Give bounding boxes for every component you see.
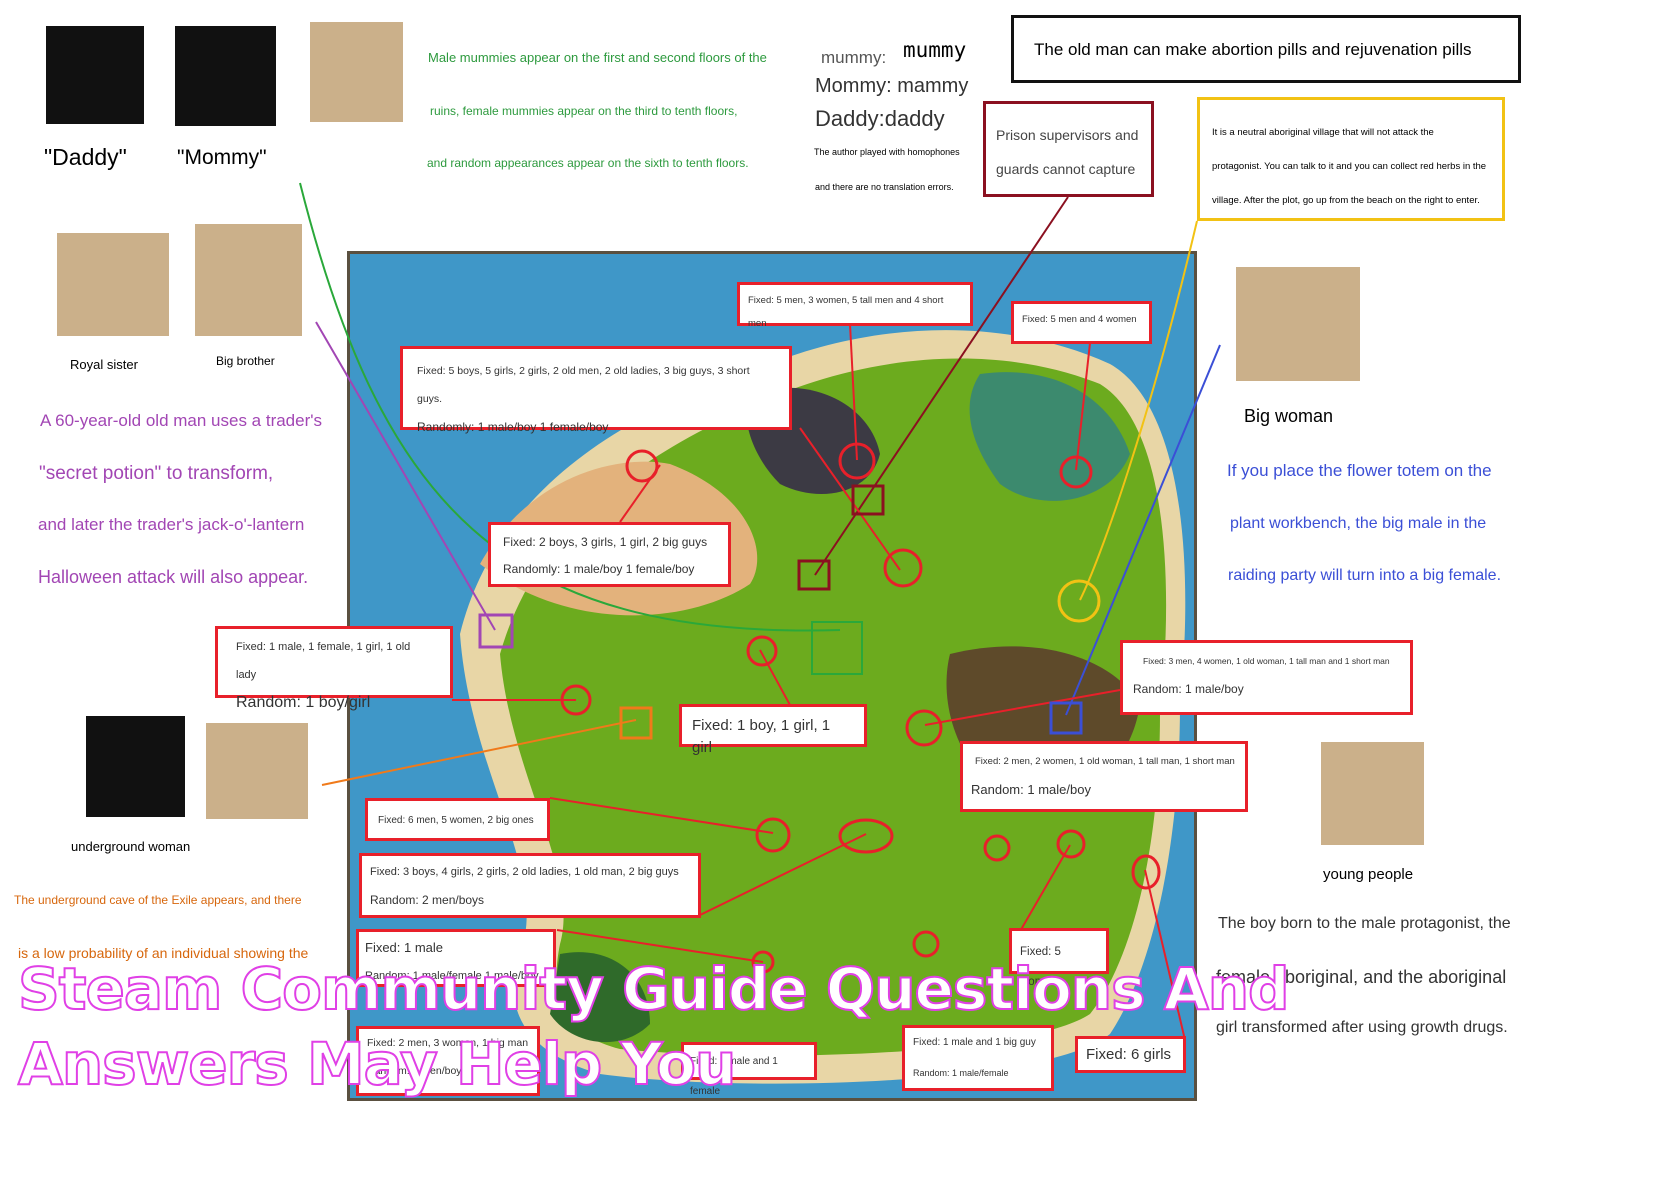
population-box: Fixed: 1 male and 1 big guy Random: 1 mal… [902,1025,1054,1091]
box-fixed: Fixed: 6 girls [1086,1046,1172,1063]
box-random: Random: 1 male/boy [1133,682,1244,696]
box-fixed: Fixed: 1 male and 1 big guy [913,1037,1036,1048]
population-box: Fixed: 1 boy, 1 girl, 1 girl [679,704,867,756]
overlay-title-line-2: Answers May Help You [17,1029,737,1099]
population-box: Fixed: 1 male, 1 female, 1 girl, 1 old l… [215,626,453,711]
box-random: Random: 1 boy/girl [236,694,371,711]
box-fixed: Fixed: 5 men and 4 women [1022,314,1137,325]
population-box: Fixed: 5 men and 4 women [1011,301,1152,344]
population-box: Fixed: 2 boys, 3 girls, 1 girl, 2 big gu… [488,522,731,587]
box-fixed: Fixed: 3 boys, 4 girls, 2 girls, 2 old l… [370,866,679,878]
population-box: Fixed: 6 girls [1075,1036,1186,1073]
box-random: Random: 1 male/boy [971,782,1091,797]
box-fixed: Fixed: 2 men, 2 women, 1 old woman, 1 ta… [975,756,1235,767]
box-random: Randomly: 1 male/boy 1 female/boy [503,562,695,576]
population-box: Fixed: 5 men, 3 women, 5 tall men and 4 … [737,282,973,329]
box-random: Random: 2 men/boys [370,893,485,907]
box-fixed: Fixed: 5 boys, 5 girls, 2 girls, 2 old m… [417,365,750,405]
box-fixed: Fixed: 3 men, 4 women, 1 old woman, 1 ta… [1143,656,1390,666]
population-box: Fixed: 6 men, 5 women, 2 big ones [365,798,550,841]
population-box: Fixed: 2 men, 2 women, 1 old woman, 1 ta… [960,741,1248,812]
box-fixed: Fixed: 6 men, 5 women, 2 big ones [378,815,534,826]
box-fixed: Fixed: 1 boy, 1 girl, 1 girl [692,717,831,756]
box-random: Random: 1 male/female [913,1068,1009,1078]
box-random: Randomly: 1 male/boy 1 female/boy [417,420,609,434]
box-fixed: Fixed: 5 men, 3 women, 5 tall men and 4 … [748,295,944,329]
population-box: Fixed: 3 men, 4 women, 1 old woman, 1 ta… [1120,640,1413,715]
box-fixed: Fixed: 2 boys, 3 girls, 1 girl, 2 big gu… [503,535,708,549]
population-box: Fixed: 3 boys, 4 girls, 2 girls, 2 old l… [359,853,701,918]
overlay-title-line-1: Steam Community Guide Questions And [17,954,1291,1024]
box-fixed: Fixed: 1 male, 1 female, 1 girl, 1 old l… [236,641,411,681]
population-box: Fixed: 5 boys, 5 girls, 2 girls, 2 old m… [400,346,792,434]
